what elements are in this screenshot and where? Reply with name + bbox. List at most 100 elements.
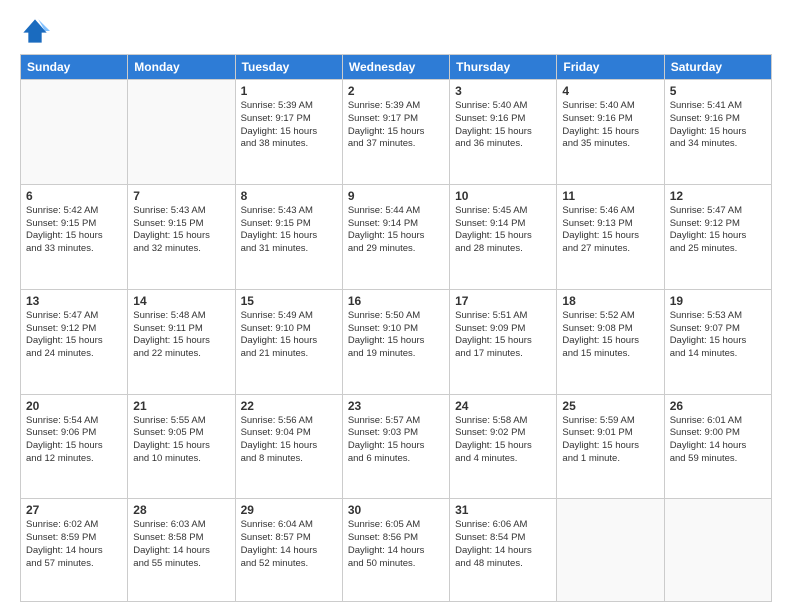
day-number: 4	[562, 84, 658, 98]
calendar-cell: 3Sunrise: 5:40 AM Sunset: 9:16 PM Daylig…	[450, 80, 557, 185]
weekday-header-thursday: Thursday	[450, 55, 557, 80]
day-number: 21	[133, 399, 229, 413]
page: SundayMondayTuesdayWednesdayThursdayFrid…	[0, 0, 792, 612]
day-number: 30	[348, 503, 444, 517]
week-row-1: 1 Sunrise: 5:39 AM Sunset: 9:17 PM Daylig…	[21, 80, 772, 185]
day-detail: Sunrise: 5:42 AM Sunset: 9:15 PM Dayligh…	[26, 205, 122, 256]
calendar-cell	[128, 80, 235, 185]
day-number: 15	[241, 294, 337, 308]
calendar-cell: 13Sunrise: 5:47 AM Sunset: 9:12 PM Dayli…	[21, 289, 128, 394]
calendar-cell: 21 Sunrise: 5:55 AM Sunset: 9:05 PM Dayli…	[128, 394, 235, 499]
day-detail: Sunrise: 5:54 AM Sunset: 9:06 PM Dayligh…	[26, 415, 122, 466]
day-detail: Sunrise: 6:01 AM Sunset: 9:00 PM Dayligh…	[670, 415, 766, 466]
calendar-cell: 24Sunrise: 5:58 AM Sunset: 9:02 PM Dayli…	[450, 394, 557, 499]
day-detail: Sunrise: 5:56 AM Sunset: 9:04 PM Dayligh…	[241, 415, 337, 466]
day-number: 20	[26, 399, 122, 413]
day-number: 7	[133, 189, 229, 203]
calendar-cell: 10 Sunrise: 5:45 AM Sunset: 9:14 PM Dayli…	[450, 184, 557, 289]
day-detail: Sunrise: 5:40 AM Sunset: 9:16 PM Dayligh…	[562, 100, 658, 151]
day-detail: Sunrise: 6:03 AM Sunset: 8:58 PM Dayligh…	[133, 519, 229, 570]
calendar-cell: 22 Sunrise: 5:56 AM Sunset: 9:04 PM Dayli…	[235, 394, 342, 499]
day-detail: Sunrise: 5:46 AM Sunset: 9:13 PM Dayligh…	[562, 205, 658, 256]
day-detail: Sunrise: 5:44 AM Sunset: 9:14 PM Dayligh…	[348, 205, 444, 256]
day-number: 25	[562, 399, 658, 413]
day-number: 26	[670, 399, 766, 413]
day-detail: Sunrise: 5:43 AM Sunset: 9:15 PM Dayligh…	[241, 205, 337, 256]
calendar-cell: 16Sunrise: 5:50 AM Sunset: 9:10 PM Dayli…	[342, 289, 449, 394]
day-detail: Sunrise: 5:59 AM Sunset: 9:01 PM Dayligh…	[562, 415, 658, 466]
calendar-cell: 20 Sunrise: 5:54 AM Sunset: 9:06 PM Dayli…	[21, 394, 128, 499]
day-detail: Sunrise: 5:57 AM Sunset: 9:03 PM Dayligh…	[348, 415, 444, 466]
day-detail: Sunrise: 6:04 AM Sunset: 8:57 PM Dayligh…	[241, 519, 337, 570]
day-number: 14	[133, 294, 229, 308]
day-number: 17	[455, 294, 551, 308]
weekday-header-monday: Monday	[128, 55, 235, 80]
weekday-header-tuesday: Tuesday	[235, 55, 342, 80]
day-number: 13	[26, 294, 122, 308]
day-detail: Sunrise: 5:48 AM Sunset: 9:11 PM Dayligh…	[133, 310, 229, 361]
calendar-cell: 8 Sunrise: 5:43 AM Sunset: 9:15 PM Daylig…	[235, 184, 342, 289]
day-number: 8	[241, 189, 337, 203]
calendar-cell: 26 Sunrise: 6:01 AM Sunset: 9:00 PM Dayli…	[664, 394, 771, 499]
day-number: 18	[562, 294, 658, 308]
day-number: 9	[348, 189, 444, 203]
day-number: 10	[455, 189, 551, 203]
header	[20, 16, 772, 46]
day-number: 22	[241, 399, 337, 413]
day-number: 19	[670, 294, 766, 308]
day-detail: Sunrise: 5:55 AM Sunset: 9:05 PM Dayligh…	[133, 415, 229, 466]
day-detail: Sunrise: 5:45 AM Sunset: 9:14 PM Dayligh…	[455, 205, 551, 256]
logo	[20, 16, 54, 46]
week-row-4: 20 Sunrise: 5:54 AM Sunset: 9:06 PM Dayli…	[21, 394, 772, 499]
day-detail: Sunrise: 5:39 AM Sunset: 9:17 PM Dayligh…	[241, 100, 337, 151]
weekday-header-row: SundayMondayTuesdayWednesdayThursdayFrid…	[21, 55, 772, 80]
day-detail: Sunrise: 5:41 AM Sunset: 9:16 PM Dayligh…	[670, 100, 766, 151]
calendar-cell: 14 Sunrise: 5:48 AM Sunset: 9:11 PM Dayli…	[128, 289, 235, 394]
day-number: 28	[133, 503, 229, 517]
day-detail: Sunrise: 5:40 AM Sunset: 9:16 PM Dayligh…	[455, 100, 551, 151]
calendar-cell: 11 Sunrise: 5:46 AM Sunset: 9:13 PM Dayli…	[557, 184, 664, 289]
week-row-5: 27 Sunrise: 6:02 AM Sunset: 8:59 PM Dayli…	[21, 499, 772, 602]
day-number: 11	[562, 189, 658, 203]
weekday-header-wednesday: Wednesday	[342, 55, 449, 80]
day-number: 5	[670, 84, 766, 98]
calendar-cell: 2 Sunrise: 5:39 AM Sunset: 9:17 PM Daylig…	[342, 80, 449, 185]
calendar-cell: 7Sunrise: 5:43 AM Sunset: 9:15 PM Daylig…	[128, 184, 235, 289]
calendar-cell	[664, 499, 771, 602]
day-detail: Sunrise: 5:53 AM Sunset: 9:07 PM Dayligh…	[670, 310, 766, 361]
calendar-cell: 27 Sunrise: 6:02 AM Sunset: 8:59 PM Dayli…	[21, 499, 128, 602]
week-row-2: 6Sunrise: 5:42 AM Sunset: 9:15 PM Daylig…	[21, 184, 772, 289]
calendar-cell: 9 Sunrise: 5:44 AM Sunset: 9:14 PM Daylig…	[342, 184, 449, 289]
calendar-cell: 23Sunrise: 5:57 AM Sunset: 9:03 PM Dayli…	[342, 394, 449, 499]
calendar-cell: 19 Sunrise: 5:53 AM Sunset: 9:07 PM Dayli…	[664, 289, 771, 394]
calendar-cell: 28 Sunrise: 6:03 AM Sunset: 8:58 PM Dayli…	[128, 499, 235, 602]
day-number: 1	[241, 84, 337, 98]
day-number: 2	[348, 84, 444, 98]
day-detail: Sunrise: 6:05 AM Sunset: 8:56 PM Dayligh…	[348, 519, 444, 570]
day-detail: Sunrise: 5:39 AM Sunset: 9:17 PM Dayligh…	[348, 100, 444, 151]
day-number: 12	[670, 189, 766, 203]
calendar-cell: 1 Sunrise: 5:39 AM Sunset: 9:17 PM Daylig…	[235, 80, 342, 185]
day-detail: Sunrise: 5:51 AM Sunset: 9:09 PM Dayligh…	[455, 310, 551, 361]
calendar-cell: 17 Sunrise: 5:51 AM Sunset: 9:09 PM Dayli…	[450, 289, 557, 394]
week-row-3: 13Sunrise: 5:47 AM Sunset: 9:12 PM Dayli…	[21, 289, 772, 394]
day-detail: Sunrise: 6:02 AM Sunset: 8:59 PM Dayligh…	[26, 519, 122, 570]
day-detail: Sunrise: 5:49 AM Sunset: 9:10 PM Dayligh…	[241, 310, 337, 361]
day-number: 24	[455, 399, 551, 413]
calendar-cell: 5 Sunrise: 5:41 AM Sunset: 9:16 PM Daylig…	[664, 80, 771, 185]
logo-icon	[20, 16, 50, 46]
weekday-header-friday: Friday	[557, 55, 664, 80]
calendar-cell: 30 Sunrise: 6:05 AM Sunset: 8:56 PM Dayli…	[342, 499, 449, 602]
calendar-cell: 15 Sunrise: 5:49 AM Sunset: 9:10 PM Dayli…	[235, 289, 342, 394]
calendar-cell: 6Sunrise: 5:42 AM Sunset: 9:15 PM Daylig…	[21, 184, 128, 289]
calendar-cell	[557, 499, 664, 602]
day-number: 16	[348, 294, 444, 308]
day-number: 31	[455, 503, 551, 517]
calendar-cell	[21, 80, 128, 185]
day-number: 27	[26, 503, 122, 517]
day-detail: Sunrise: 5:47 AM Sunset: 9:12 PM Dayligh…	[670, 205, 766, 256]
calendar-cell: 25 Sunrise: 5:59 AM Sunset: 9:01 PM Dayli…	[557, 394, 664, 499]
day-detail: Sunrise: 5:52 AM Sunset: 9:08 PM Dayligh…	[562, 310, 658, 361]
calendar-cell: 31 Sunrise: 6:06 AM Sunset: 8:54 PM Dayli…	[450, 499, 557, 602]
day-detail: Sunrise: 6:06 AM Sunset: 8:54 PM Dayligh…	[455, 519, 551, 570]
